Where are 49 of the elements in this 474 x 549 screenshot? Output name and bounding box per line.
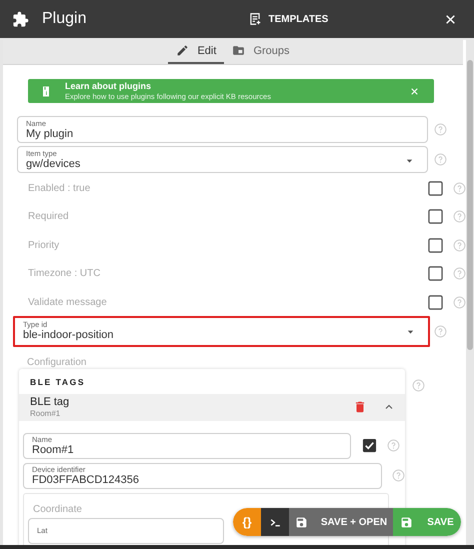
field-value: gw/devices bbox=[26, 158, 80, 171]
checkbox[interactable] bbox=[428, 266, 443, 282]
help-icon[interactable] bbox=[453, 210, 466, 224]
help-icon[interactable] bbox=[434, 153, 447, 166]
help-icon[interactable] bbox=[453, 296, 466, 309]
templates-button[interactable]: TEMPLATES bbox=[244, 8, 332, 30]
tag-header[interactable]: BLE tag Room#1 bbox=[19, 394, 405, 421]
checkbox-label: Required bbox=[27, 211, 70, 222]
help-icon[interactable] bbox=[412, 378, 425, 392]
checkbox[interactable] bbox=[428, 238, 443, 253]
caret-icon bbox=[407, 330, 414, 334]
group-label: Coordinate bbox=[33, 504, 83, 515]
tab[interactable]: Groups bbox=[224, 40, 298, 64]
section-label: Configuration bbox=[27, 356, 88, 368]
terminal-button[interactable] bbox=[261, 508, 289, 536]
tag-title: BLE tag bbox=[30, 396, 70, 409]
field-value: ble-indoor-position bbox=[23, 329, 114, 342]
checkbox-label: Timezone : UTC bbox=[27, 268, 102, 280]
document-plus-icon bbox=[248, 12, 262, 26]
checkbox[interactable] bbox=[428, 180, 443, 196]
help-icon[interactable] bbox=[453, 182, 466, 195]
window-title: Plugin bbox=[42, 10, 86, 28]
field-value: Room#1 bbox=[32, 444, 74, 457]
tab[interactable]: Edit bbox=[168, 40, 224, 64]
save-open-button[interactable]: SAVE + OPEN bbox=[289, 508, 393, 536]
field-value: FD03FFABCD124356 bbox=[32, 474, 139, 487]
section-title: BLE TAGS bbox=[29, 376, 86, 389]
checkbox[interactable] bbox=[362, 438, 377, 454]
caret-icon bbox=[406, 159, 413, 164]
checkbox-label: Validate message bbox=[27, 296, 108, 308]
help-icon[interactable] bbox=[434, 123, 447, 136]
checkbox-label: Priority bbox=[27, 240, 60, 251]
close-icon[interactable] bbox=[444, 12, 457, 26]
help-icon[interactable] bbox=[434, 324, 447, 338]
tag-subtitle: Room#1 bbox=[30, 408, 62, 419]
puzzle-icon bbox=[12, 10, 29, 28]
checkbox[interactable] bbox=[428, 294, 443, 310]
trash-icon[interactable] bbox=[353, 400, 367, 414]
help-icon[interactable] bbox=[453, 267, 466, 280]
pencil-icon bbox=[176, 44, 190, 58]
help-icon[interactable] bbox=[392, 469, 405, 482]
folder-icon bbox=[232, 44, 246, 58]
field-value: My plugin bbox=[26, 128, 74, 141]
checkbox-label: Enabled : true bbox=[27, 182, 92, 194]
help-icon[interactable] bbox=[387, 439, 400, 452]
book-icon bbox=[40, 84, 52, 98]
help-icon[interactable] bbox=[453, 238, 466, 252]
banner-title: Learn about plugins bbox=[65, 80, 152, 92]
checkbox[interactable] bbox=[428, 209, 443, 224]
